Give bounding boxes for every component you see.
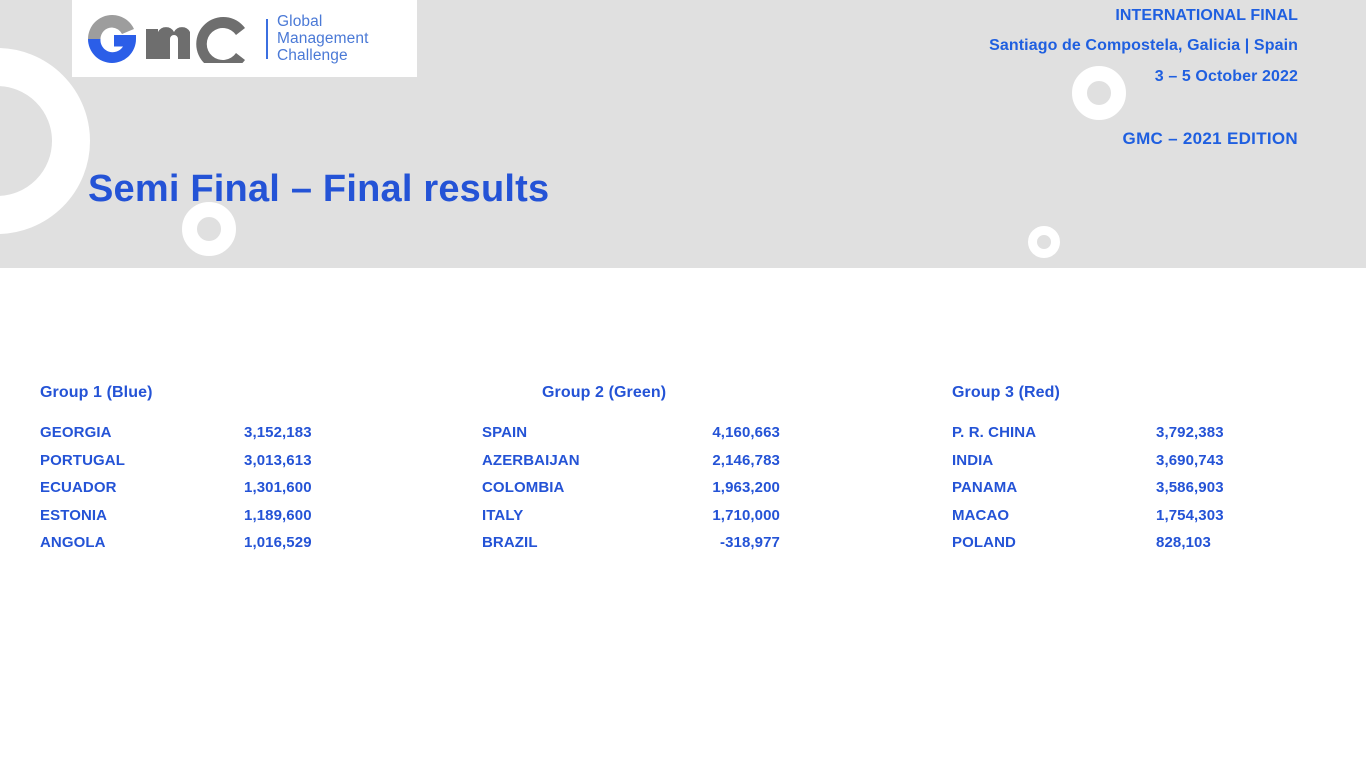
logo-wordmark-line-2: Management: [277, 30, 369, 47]
team-name: ITALY: [482, 506, 524, 524]
logo-wordmark-line-1: Global: [277, 13, 323, 30]
group-heading: Group 2 (Green): [542, 384, 667, 401]
group-column-1: Group 1 (Blue) GEORGIA 3,152,183 PORTUGA…: [40, 384, 380, 562]
team-score: 1,301,600: [244, 479, 312, 496]
result-row: COLOMBIA 1,963,200: [482, 479, 822, 507]
group-row-list: GEORGIA 3,152,183 PORTUGAL 3,013,613 ECU…: [40, 424, 380, 562]
event-edition-label: GMC – 2021 EDITION: [1122, 129, 1298, 148]
team-name: P. R. CHINA: [952, 424, 1037, 441]
team-score: 4,160,663: [712, 424, 780, 441]
team-name: AZERBAIJAN: [482, 451, 580, 469]
result-row: MACAO 1,754,303: [952, 507, 1292, 535]
decorative-ring-right-lower: [1028, 226, 1060, 258]
result-row: ECUADOR 1,301,600: [40, 479, 380, 507]
team-name: PORTUGAL: [40, 451, 125, 469]
logo-divider: [266, 18, 268, 59]
team-name: MACAO: [952, 506, 1010, 524]
team-name: ECUADOR: [40, 479, 117, 496]
team-score: 3,586,903: [1156, 479, 1224, 496]
logo-wordmark-line-3: Challenge: [277, 47, 348, 64]
slide-title: Semi Final – Final results: [88, 168, 550, 210]
team-score: 3,792,383: [1156, 424, 1224, 441]
event-type-label: INTERNATIONAL FINAL: [1115, 7, 1298, 24]
result-row: ESTONIA 1,189,600: [40, 507, 380, 535]
team-name: GEORGIA: [40, 424, 112, 441]
results-area: Group 1 (Blue) GEORGIA 3,152,183 PORTUGA…: [0, 268, 1366, 768]
group-row-list: P. R. CHINA 3,792,383 INDIA 3,690,743 PA…: [952, 424, 1292, 562]
team-score: 3,152,183: [244, 424, 312, 441]
result-row: ITALY 1,710,000: [482, 507, 822, 535]
result-row: PORTUGAL 3,013,613: [40, 452, 380, 480]
group-column-2: Group 2 (Green) SPAIN 4,160,663 AZERBAIJ…: [482, 384, 822, 562]
event-location-label: Santiago de Compostela, Galicia | Spain: [989, 37, 1298, 54]
team-score: 828,103: [1156, 534, 1211, 551]
team-name: INDIA: [952, 451, 994, 469]
team-score: 1,754,303: [1156, 506, 1224, 524]
result-row: ANGOLA 1,016,529: [40, 534, 380, 562]
team-score: 1,963,200: [712, 479, 780, 496]
result-row: POLAND 828,103: [952, 534, 1292, 562]
team-score: 1,016,529: [244, 534, 312, 551]
result-row: GEORGIA 3,152,183: [40, 424, 380, 452]
group-row-list: SPAIN 4,160,663 AZERBAIJAN 2,146,783 COL…: [482, 424, 822, 562]
group-column-3: Group 3 (Red) P. R. CHINA 3,792,383 INDI…: [952, 384, 1292, 562]
team-name: ESTONIA: [40, 506, 108, 524]
group-heading: Group 1 (Blue): [40, 384, 153, 401]
team-score: 1,189,600: [244, 506, 312, 524]
logo-wordmark: Global Management Challenge: [277, 13, 368, 64]
result-row: PANAMA 3,586,903: [952, 479, 1292, 507]
team-name: COLOMBIA: [482, 479, 565, 496]
group-heading: Group 3 (Red): [952, 384, 1060, 401]
result-row: AZERBAIJAN 2,146,783: [482, 452, 822, 480]
gmc-logo: Global Management Challenge: [72, 0, 417, 77]
gmc-logomark-icon: [88, 14, 245, 63]
result-row: BRAZIL -318,977: [482, 534, 822, 562]
team-name: BRAZIL: [482, 534, 538, 551]
team-score: 2,146,783: [712, 451, 780, 469]
result-row: SPAIN 4,160,663: [482, 424, 822, 452]
result-row: P. R. CHINA 3,792,383: [952, 424, 1292, 452]
event-meta-block: INTERNATIONAL FINAL Santiago de Composte…: [989, 7, 1298, 148]
result-row: INDIA 3,690,743: [952, 452, 1292, 480]
team-name: POLAND: [952, 534, 1016, 551]
team-name: ANGOLA: [40, 534, 106, 551]
header-band: Global Management Challenge INTERNATIONA…: [0, 0, 1366, 268]
team-score: 1,710,000: [712, 506, 780, 524]
team-name: PANAMA: [952, 479, 1018, 496]
event-dates-label: 3 – 5 October 2022: [1154, 68, 1298, 85]
team-score: 3,690,743: [1156, 451, 1224, 469]
team-name: SPAIN: [482, 424, 528, 441]
team-score: 3,013,613: [244, 451, 312, 469]
team-score: -318,977: [719, 534, 780, 551]
